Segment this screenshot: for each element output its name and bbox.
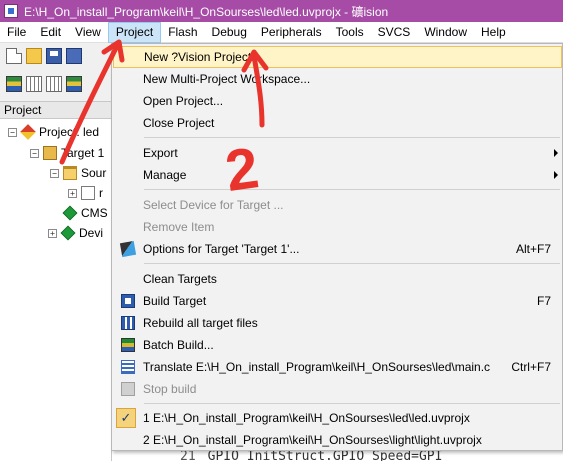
collapse-icon[interactable]: − [50, 168, 59, 178]
collapse-icon[interactable]: − [30, 148, 39, 158]
wand-icon [119, 240, 137, 258]
tree-item-project[interactable]: − Project: led [8, 122, 99, 142]
window-title: E:\H_On_install_Program\keil\H_OnSourses… [24, 4, 389, 19]
menu-window[interactable]: Window [417, 22, 474, 43]
batch-build-icon [121, 338, 135, 352]
menu-separator [144, 403, 560, 404]
menu-item-close-project[interactable]: Close Project [113, 112, 562, 134]
menu-item-recent-project-1[interactable]: ✓ 1 E:\H_On_install_Program\keil\H_OnSou… [113, 407, 562, 429]
shortcut-label: Alt+F7 [515, 242, 551, 256]
menu-item-batch-build[interactable]: Batch Build... [113, 334, 562, 356]
menu-help[interactable]: Help [474, 22, 513, 43]
save-all-icon[interactable] [66, 48, 82, 64]
menu-item-new-project[interactable]: New ?Vision Project... [113, 46, 562, 68]
rebuild-icon [121, 316, 135, 330]
collapse-icon[interactable]: − [8, 127, 17, 137]
menu-view[interactable]: View [68, 22, 108, 43]
menu-item-build-target[interactable]: Build Target F7 [113, 290, 562, 312]
tree-item-label: Target 1 [61, 146, 105, 160]
project-menu-dropdown: New ?Vision Project... New Multi-Project… [111, 43, 563, 451]
tree-item-file[interactable]: + r [68, 183, 103, 203]
menu-item-options-for-target[interactable]: Options for Target 'Target 1'... Alt+F7 [113, 238, 562, 260]
save-icon[interactable] [46, 48, 62, 64]
menu-separator [144, 263, 560, 264]
menu-item-rebuild-all[interactable]: Rebuild all target files [113, 312, 562, 334]
menu-item-manage[interactable]: Manage [113, 164, 562, 186]
gem-icon [62, 205, 78, 221]
title-bar: E:\H_On_install_Program\keil\H_OnSourses… [0, 0, 563, 22]
checkmark-icon: ✓ [116, 408, 136, 428]
menu-item-recent-project-2[interactable]: 2 E:\H_On_install_Program\keil\H_OnSours… [113, 429, 562, 451]
menu-bar: File Edit View Project Flash Debug Perip… [0, 21, 563, 43]
build-toolbar-icon[interactable] [26, 76, 42, 92]
menu-flash[interactable]: Flash [161, 22, 204, 43]
menu-peripherals[interactable]: Peripherals [254, 22, 329, 43]
project-panel-title: Project [0, 101, 112, 119]
expand-icon[interactable]: + [68, 188, 77, 198]
file-toolbar [0, 44, 120, 68]
menu-item-translate[interactable]: Translate E:\H_On_install_Program\keil\H… [113, 356, 562, 378]
menu-separator [144, 189, 560, 190]
tree-item-label: r [99, 186, 103, 200]
menu-file[interactable]: File [0, 22, 33, 43]
tree-item-label: Devi [79, 226, 104, 240]
target-icon [43, 146, 57, 160]
tree-item-target[interactable]: − Target 1 [30, 143, 104, 163]
rebuild-toolbar-icon[interactable] [46, 76, 62, 92]
batch-build-toolbar-icon[interactable] [6, 76, 22, 92]
tree-item-label: Project: led [39, 125, 100, 139]
menu-item-remove-item: Remove Item [143, 220, 215, 234]
new-file-icon[interactable] [6, 48, 22, 64]
menu-item-new-workspace[interactable]: New Multi-Project Workspace... [113, 68, 562, 90]
project-icon [20, 124, 36, 140]
menu-separator [144, 137, 560, 138]
menu-svcs[interactable]: SVCS [371, 22, 418, 43]
menu-item-select-device: Select Device for Target ... [143, 198, 284, 212]
tree-item-device[interactable]: + Devi [48, 223, 103, 243]
menu-item-stop-build: Stop build [113, 378, 562, 400]
build-toolbar [0, 72, 120, 96]
tree-item-label: CMS [81, 206, 108, 220]
gem-icon [60, 225, 76, 241]
menu-tools[interactable]: Tools [329, 22, 371, 43]
expand-icon[interactable]: + [48, 228, 57, 238]
build-icon [121, 294, 135, 308]
open-folder-icon[interactable] [26, 48, 42, 64]
tree-item-cmsis[interactable]: CMS [62, 203, 108, 223]
menu-debug[interactable]: Debug [205, 22, 254, 43]
project-tree: − Project: led − Target 1 − Sour + r CMS… [0, 119, 112, 461]
menu-item-open-project[interactable]: Open Project... [113, 90, 562, 112]
load-toolbar-icon[interactable] [66, 76, 82, 92]
menu-item-clean-targets[interactable]: Clean Targets [113, 268, 562, 290]
menu-project[interactable]: Project [107, 21, 162, 43]
folder-icon [63, 166, 77, 180]
submenu-arrow-icon [554, 171, 558, 179]
menu-item-export[interactable]: Export [113, 142, 562, 164]
app-icon [4, 4, 18, 18]
submenu-arrow-icon [554, 149, 558, 157]
file-icon [81, 186, 95, 200]
menu-edit[interactable]: Edit [33, 22, 68, 43]
shortcut-label: Ctrl+F7 [511, 360, 551, 374]
stop-build-icon [121, 382, 135, 396]
tree-item-source-group[interactable]: − Sour [50, 163, 106, 183]
shortcut-label: F7 [536, 294, 551, 308]
translate-icon [121, 360, 135, 374]
tree-item-label: Sour [81, 166, 107, 180]
